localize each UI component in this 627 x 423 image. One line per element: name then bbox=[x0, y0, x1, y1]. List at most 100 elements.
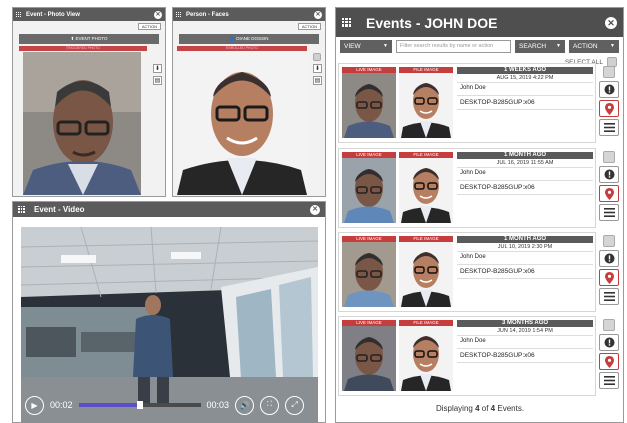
file-image[interactable]: FILE IMAGE bbox=[399, 67, 453, 138]
fit-screen-icon[interactable]: ⛶ bbox=[260, 395, 280, 415]
live-image-photo bbox=[342, 242, 396, 307]
event-card-tools bbox=[599, 319, 619, 391]
event-age: 1 MONTH AGO bbox=[457, 152, 593, 159]
live-image[interactable]: LIVE IMAGE bbox=[342, 67, 396, 138]
play-icon[interactable]: ▶ bbox=[25, 395, 44, 415]
alert-icon[interactable] bbox=[599, 81, 619, 98]
chevron-down-icon: ▼ bbox=[610, 42, 615, 49]
location-pin-icon[interactable] bbox=[599, 185, 619, 202]
divider bbox=[457, 194, 593, 195]
footer-total-count: 4 bbox=[490, 404, 496, 413]
close-icon[interactable]: ✕ bbox=[310, 204, 320, 215]
close-icon[interactable]: ✕ bbox=[154, 10, 162, 19]
location-pin-icon[interactable] bbox=[599, 269, 619, 286]
event-checkbox[interactable] bbox=[603, 66, 615, 78]
live-image-photo bbox=[342, 326, 396, 391]
document-icon[interactable]: ▤ bbox=[313, 76, 322, 85]
grid-icon bbox=[18, 205, 26, 214]
location-pin-icon[interactable] bbox=[599, 100, 619, 117]
alert-icon[interactable] bbox=[599, 334, 619, 351]
events-footer: Displaying 4 of 4 Events. bbox=[338, 404, 622, 413]
search-input[interactable]: Filter search results by name or action bbox=[396, 39, 511, 53]
event-card-tools bbox=[599, 151, 619, 223]
download-icon[interactable]: ⬇ bbox=[313, 64, 322, 73]
event-checkbox[interactable] bbox=[603, 319, 615, 331]
event-checkbox[interactable] bbox=[603, 235, 615, 247]
event-card[interactable]: LIVE IMAGE FILE IMAGE 1 MONTH AGO JUL 10… bbox=[338, 232, 596, 312]
grid-icon bbox=[16, 11, 22, 18]
faces-checkbox[interactable] bbox=[313, 53, 321, 61]
divider bbox=[457, 95, 593, 96]
divider bbox=[457, 109, 593, 110]
video-progress-knob[interactable] bbox=[136, 401, 143, 409]
event-card[interactable]: LIVE IMAGE FILE IMAGE 1 WEEKS AGO AUG 15… bbox=[338, 63, 596, 143]
event-checkbox[interactable] bbox=[603, 151, 615, 163]
divider bbox=[457, 278, 593, 279]
file-image-photo bbox=[399, 242, 453, 307]
person-name-button[interactable]: 👤 DIANE DOSSIN bbox=[179, 34, 319, 44]
faces-title: Person - Faces bbox=[186, 11, 229, 18]
close-icon[interactable]: ✕ bbox=[314, 10, 322, 19]
event-photo bbox=[23, 52, 141, 195]
alert-icon[interactable] bbox=[599, 250, 619, 267]
divider bbox=[457, 362, 593, 363]
search-dropdown[interactable]: SEARCH ▼ bbox=[515, 39, 565, 53]
view-label: VIEW bbox=[344, 42, 361, 50]
divider bbox=[457, 82, 593, 83]
video-title: Event - Video bbox=[34, 205, 85, 214]
event-age: 3 MONTHS AGO bbox=[457, 320, 593, 327]
chevron-down-icon: ▼ bbox=[383, 42, 388, 49]
close-icon[interactable]: ✕ bbox=[605, 16, 617, 29]
event-person-name: John Doe bbox=[460, 170, 486, 176]
live-image[interactable]: LIVE IMAGE bbox=[342, 320, 396, 391]
faces-action-button[interactable]: ACTION bbox=[297, 23, 321, 30]
file-image-photo bbox=[399, 326, 453, 391]
menu-icon[interactable] bbox=[599, 204, 619, 221]
live-image[interactable]: LIVE IMAGE bbox=[342, 236, 396, 307]
divider bbox=[457, 264, 593, 265]
event-age: 1 WEEKS AGO bbox=[457, 67, 593, 74]
person-name-label: DIANE DOSSIN bbox=[236, 36, 269, 41]
divider bbox=[457, 180, 593, 181]
event-photo-button[interactable]: ⬆ EVENT PHOTO bbox=[19, 34, 159, 44]
faces-panel: Person - Faces ✕ ACTION 👤 DIANE DOSSIN E… bbox=[172, 7, 326, 197]
document-icon[interactable]: ▤ bbox=[153, 76, 162, 85]
file-image-photo bbox=[399, 73, 453, 138]
footer-of: of bbox=[481, 404, 489, 413]
events-title: Events bbox=[366, 14, 412, 31]
file-image-photo bbox=[399, 158, 453, 223]
video-titlebar: Event - Video ✕ bbox=[13, 202, 325, 217]
event-date: JUL 10, 2019 2:30 PM bbox=[497, 244, 553, 250]
action-dropdown[interactable]: ACTION ▼ bbox=[569, 39, 619, 53]
fullscreen-icon[interactable]: ⤢ bbox=[285, 395, 305, 415]
photo-view-action-button[interactable]: ACTION bbox=[137, 23, 161, 30]
event-card-tools bbox=[599, 235, 619, 307]
enrolled-photo bbox=[177, 52, 307, 195]
footer-shown-count: 4 bbox=[475, 404, 480, 413]
event-person-name: John Doe bbox=[460, 338, 486, 344]
location-pin-icon[interactable] bbox=[599, 353, 619, 370]
faces-titlebar: Person - Faces ✕ bbox=[173, 8, 325, 21]
footer-suffix: Events. bbox=[497, 404, 525, 413]
events-titlebar: Events - JOHN DOE ✕ bbox=[336, 8, 623, 37]
live-image[interactable]: LIVE IMAGE bbox=[342, 152, 396, 223]
event-photo-label: EVENT PHOTO bbox=[75, 36, 108, 41]
event-card[interactable]: LIVE IMAGE FILE IMAGE 1 MONTH AGO JUL 16… bbox=[338, 148, 596, 228]
events-toolbar: VIEW ▼ Filter search results by name or a… bbox=[340, 38, 619, 54]
search-label: SEARCH bbox=[519, 42, 547, 50]
event-card[interactable]: LIVE IMAGE FILE IMAGE 3 MONTHS AGO JUN 1… bbox=[338, 316, 596, 396]
menu-icon[interactable] bbox=[599, 119, 619, 136]
volume-icon[interactable]: 🔊 bbox=[235, 395, 255, 415]
view-dropdown[interactable]: VIEW ▼ bbox=[340, 39, 392, 53]
menu-icon[interactable] bbox=[599, 372, 619, 389]
alert-icon[interactable] bbox=[599, 166, 619, 183]
footer-prefix: Displaying bbox=[435, 404, 473, 413]
file-image[interactable]: FILE IMAGE bbox=[399, 152, 453, 223]
file-image[interactable]: FILE IMAGE bbox=[399, 236, 453, 307]
grid-icon bbox=[342, 17, 352, 28]
divider bbox=[457, 251, 593, 252]
video-progress-bar[interactable] bbox=[78, 401, 201, 409]
download-icon[interactable]: ⬇ bbox=[153, 64, 162, 73]
menu-icon[interactable] bbox=[599, 288, 619, 305]
file-image[interactable]: FILE IMAGE bbox=[399, 320, 453, 391]
